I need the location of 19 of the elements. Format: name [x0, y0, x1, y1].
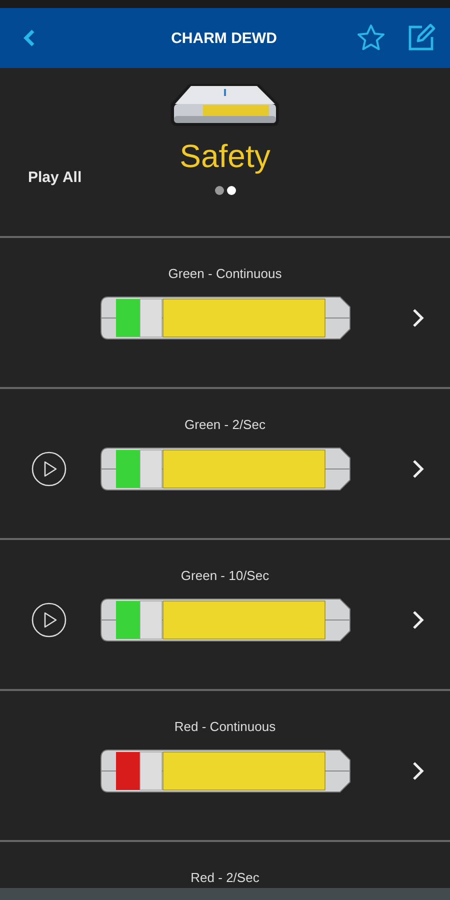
- play-button[interactable]: [30, 602, 66, 638]
- pattern-label: Green - 2/Sec: [184, 417, 266, 432]
- play-icon: [30, 451, 66, 487]
- pattern-label: Green - Continuous: [168, 266, 282, 281]
- pattern-label: Red - 2/Sec: [190, 870, 260, 885]
- pattern-label: Red - Continuous: [174, 719, 276, 734]
- chevron-right-icon: [412, 459, 424, 479]
- chevron-right-icon: [412, 610, 424, 630]
- play-icon: [30, 602, 66, 638]
- chevron-right-icon: [412, 308, 424, 328]
- section-title: Safety: [180, 138, 270, 175]
- play-button[interactable]: [30, 451, 66, 487]
- screen-title: CHARM DEWD: [170, 30, 278, 46]
- edit-icon: [406, 23, 436, 53]
- chevron-right-icon: [412, 761, 424, 781]
- pattern-label: Green - 10/Sec: [180, 568, 270, 583]
- star-icon: [356, 23, 386, 53]
- back-icon: [22, 28, 36, 48]
- play-all-button[interactable]: Play All: [28, 169, 82, 186]
